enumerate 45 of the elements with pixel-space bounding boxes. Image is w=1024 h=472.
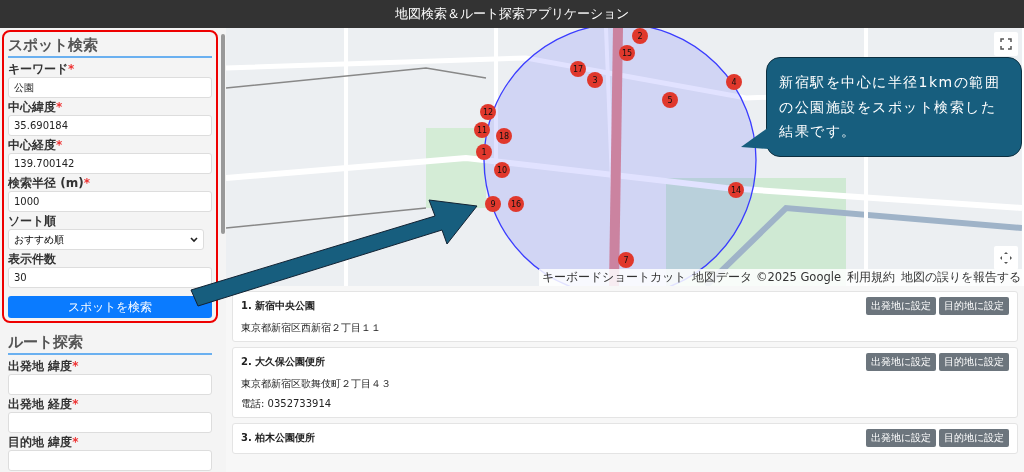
result-title: 1. 新宿中央公園 <box>241 299 316 313</box>
fullscreen-button[interactable] <box>994 32 1018 56</box>
set-location-button[interactable]: 目的地に設定 <box>939 297 1009 315</box>
map-attribution-link[interactable]: キーボードショートカット <box>542 270 687 285</box>
field-label: 中心緯度* <box>8 101 64 114</box>
field-label: ソート順 <box>8 215 57 228</box>
fullscreen-icon <box>1000 38 1012 50</box>
input-field[interactable]: 公園 <box>8 77 212 98</box>
window-title: 地図検索＆ルート探索アプリケーション <box>395 5 629 23</box>
field-label: 中心経度* <box>8 139 64 152</box>
input-field[interactable] <box>8 412 212 433</box>
input-field[interactable] <box>8 374 212 395</box>
section-heading: ルート探索 <box>8 333 212 355</box>
input-field[interactable]: 1000 <box>8 191 212 212</box>
scrollbar[interactable] <box>221 34 225 234</box>
section-heading: スポット検索 <box>8 36 212 58</box>
result-phone: 電話: 0352733914 <box>241 397 333 411</box>
set-location-button[interactable]: 目的地に設定 <box>939 429 1009 447</box>
input-field[interactable]: 35.690184 <box>8 115 212 136</box>
map-attribution-link[interactable]: 地図の誤りを報告する <box>901 270 1021 285</box>
input-field[interactable] <box>8 450 212 471</box>
callout-text: 新宿駅を中心に半径1kmの範囲の公園施設をスポット検索した結果です。 <box>779 73 1002 142</box>
field-label: キーワード* <box>8 63 76 76</box>
field-label: 目的地 緯度* <box>8 436 80 449</box>
result-title: 3. 柏木公園便所 <box>241 431 316 445</box>
result-address: 東京都新宿区歌舞伎町２丁目４３ <box>241 377 392 391</box>
field-label: 出発地 経度* <box>8 398 80 411</box>
input-field[interactable]: 139.700142 <box>8 153 212 174</box>
input-field[interactable]: 30 <box>8 267 212 288</box>
field-label: 出発地 緯度* <box>8 360 80 373</box>
move-arrows-icon <box>999 251 1013 265</box>
map-attribution-link[interactable]: 利用規約 <box>847 270 895 285</box>
set-location-button[interactable]: 出発地に設定 <box>866 353 936 371</box>
search-button[interactable]: スポットを検索 <box>8 296 212 318</box>
set-location-button[interactable]: 出発地に設定 <box>866 429 936 447</box>
chevron-icon <box>190 236 198 243</box>
pan-control-button[interactable] <box>994 246 1018 270</box>
field-label: 表示件数 <box>8 253 57 266</box>
result-address: 東京都新宿区西新宿２丁目１１ <box>241 321 382 335</box>
result-title: 2. 大久保公園便所 <box>241 355 326 369</box>
set-location-button[interactable]: 目的地に設定 <box>939 353 1009 371</box>
set-location-button[interactable]: 出発地に設定 <box>866 297 936 315</box>
field-label: 検索半径 (m)* <box>8 177 91 190</box>
map-attribution-link[interactable]: 地図データ ©2025 Google <box>692 270 841 285</box>
sort-select[interactable]: おすすめ順 <box>8 229 204 250</box>
